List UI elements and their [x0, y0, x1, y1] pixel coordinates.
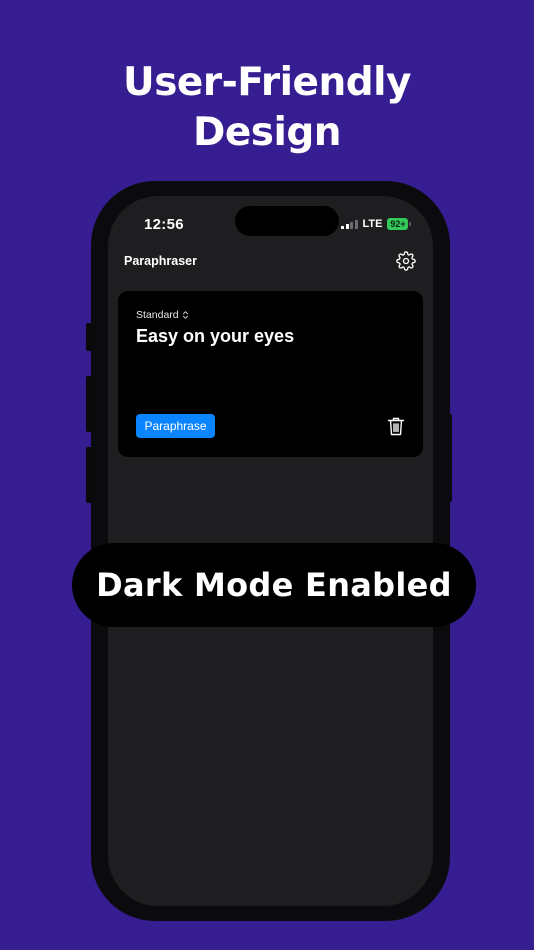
- gear-icon[interactable]: [396, 251, 416, 271]
- headline-line-1: User-Friendly: [123, 60, 411, 105]
- status-indicators: LTE 92+: [341, 216, 412, 232]
- editor-text-input[interactable]: Easy on your eyes: [136, 326, 406, 347]
- dark-mode-banner: Dark Mode Enabled: [72, 543, 476, 627]
- trash-icon[interactable]: [387, 416, 405, 436]
- paraphrase-button[interactable]: Paraphrase: [136, 414, 215, 438]
- headline-line-2: Design: [192, 110, 342, 155]
- chevron-updown-icon: [182, 311, 188, 319]
- battery-icon: 92+: [387, 218, 412, 230]
- promo-headline: User-Friendly Design: [0, 58, 534, 158]
- dynamic-island: [235, 206, 339, 236]
- mode-selector-label: Standard: [136, 309, 179, 321]
- network-type-label: LTE: [362, 218, 383, 230]
- cellular-signal-icon: [341, 219, 358, 229]
- editor-card: Standard Easy on your eyes Paraphrase: [118, 291, 423, 457]
- mode-selector[interactable]: Standard: [136, 309, 189, 321]
- app-title: Paraphraser: [124, 254, 197, 268]
- status-time: 12:56: [144, 216, 184, 233]
